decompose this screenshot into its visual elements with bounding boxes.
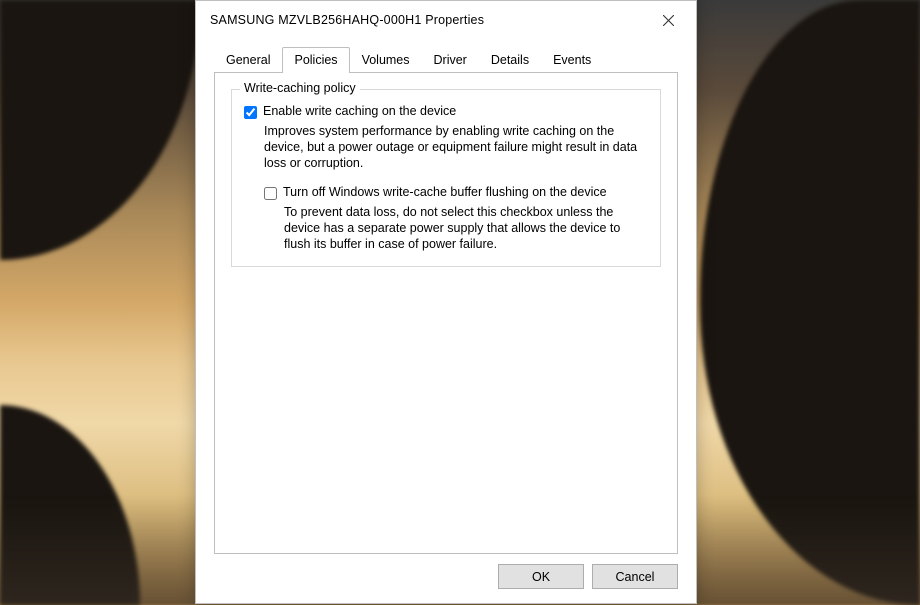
titlebar: SAMSUNG MZVLB256HAHQ-000H1 Properties	[196, 1, 696, 39]
tab-general[interactable]: General	[214, 47, 282, 73]
close-icon	[663, 15, 674, 26]
tabstrip: General Policies Volumes Driver Details …	[196, 39, 696, 73]
turn-off-flush-label[interactable]: Turn off Windows write-cache buffer flus…	[283, 185, 607, 199]
group-title: Write-caching policy	[240, 81, 360, 95]
write-caching-policy-group: Write-caching policy Enable write cachin…	[231, 89, 661, 267]
turn-off-flush-checkbox[interactable]	[264, 187, 277, 200]
tab-events[interactable]: Events	[541, 47, 603, 73]
tab-details[interactable]: Details	[479, 47, 541, 73]
ok-button[interactable]: OK	[498, 564, 584, 589]
cancel-button[interactable]: Cancel	[592, 564, 678, 589]
tab-policies[interactable]: Policies	[282, 47, 349, 73]
enable-write-caching-checkbox[interactable]	[244, 106, 257, 119]
turn-off-flush-section: Turn off Windows write-cache buffer flus…	[264, 185, 648, 252]
properties-dialog: SAMSUNG MZVLB256HAHQ-000H1 Properties Ge…	[195, 0, 697, 604]
tab-driver[interactable]: Driver	[422, 47, 479, 73]
enable-write-caching-row: Enable write caching on the device	[244, 104, 648, 119]
turn-off-flush-row: Turn off Windows write-cache buffer flus…	[264, 185, 648, 200]
tab-panel-policies: Write-caching policy Enable write cachin…	[214, 73, 678, 554]
wallpaper-silhouette	[0, 0, 200, 260]
enable-write-caching-desc: Improves system performance by enabling …	[264, 123, 644, 171]
enable-write-caching-label[interactable]: Enable write caching on the device	[263, 104, 456, 118]
turn-off-flush-desc: To prevent data loss, do not select this…	[284, 204, 644, 252]
window-title: SAMSUNG MZVLB256HAHQ-000H1 Properties	[210, 13, 646, 27]
close-button[interactable]	[646, 6, 690, 34]
dialog-buttons: OK Cancel	[196, 554, 696, 603]
tab-volumes[interactable]: Volumes	[350, 47, 422, 73]
